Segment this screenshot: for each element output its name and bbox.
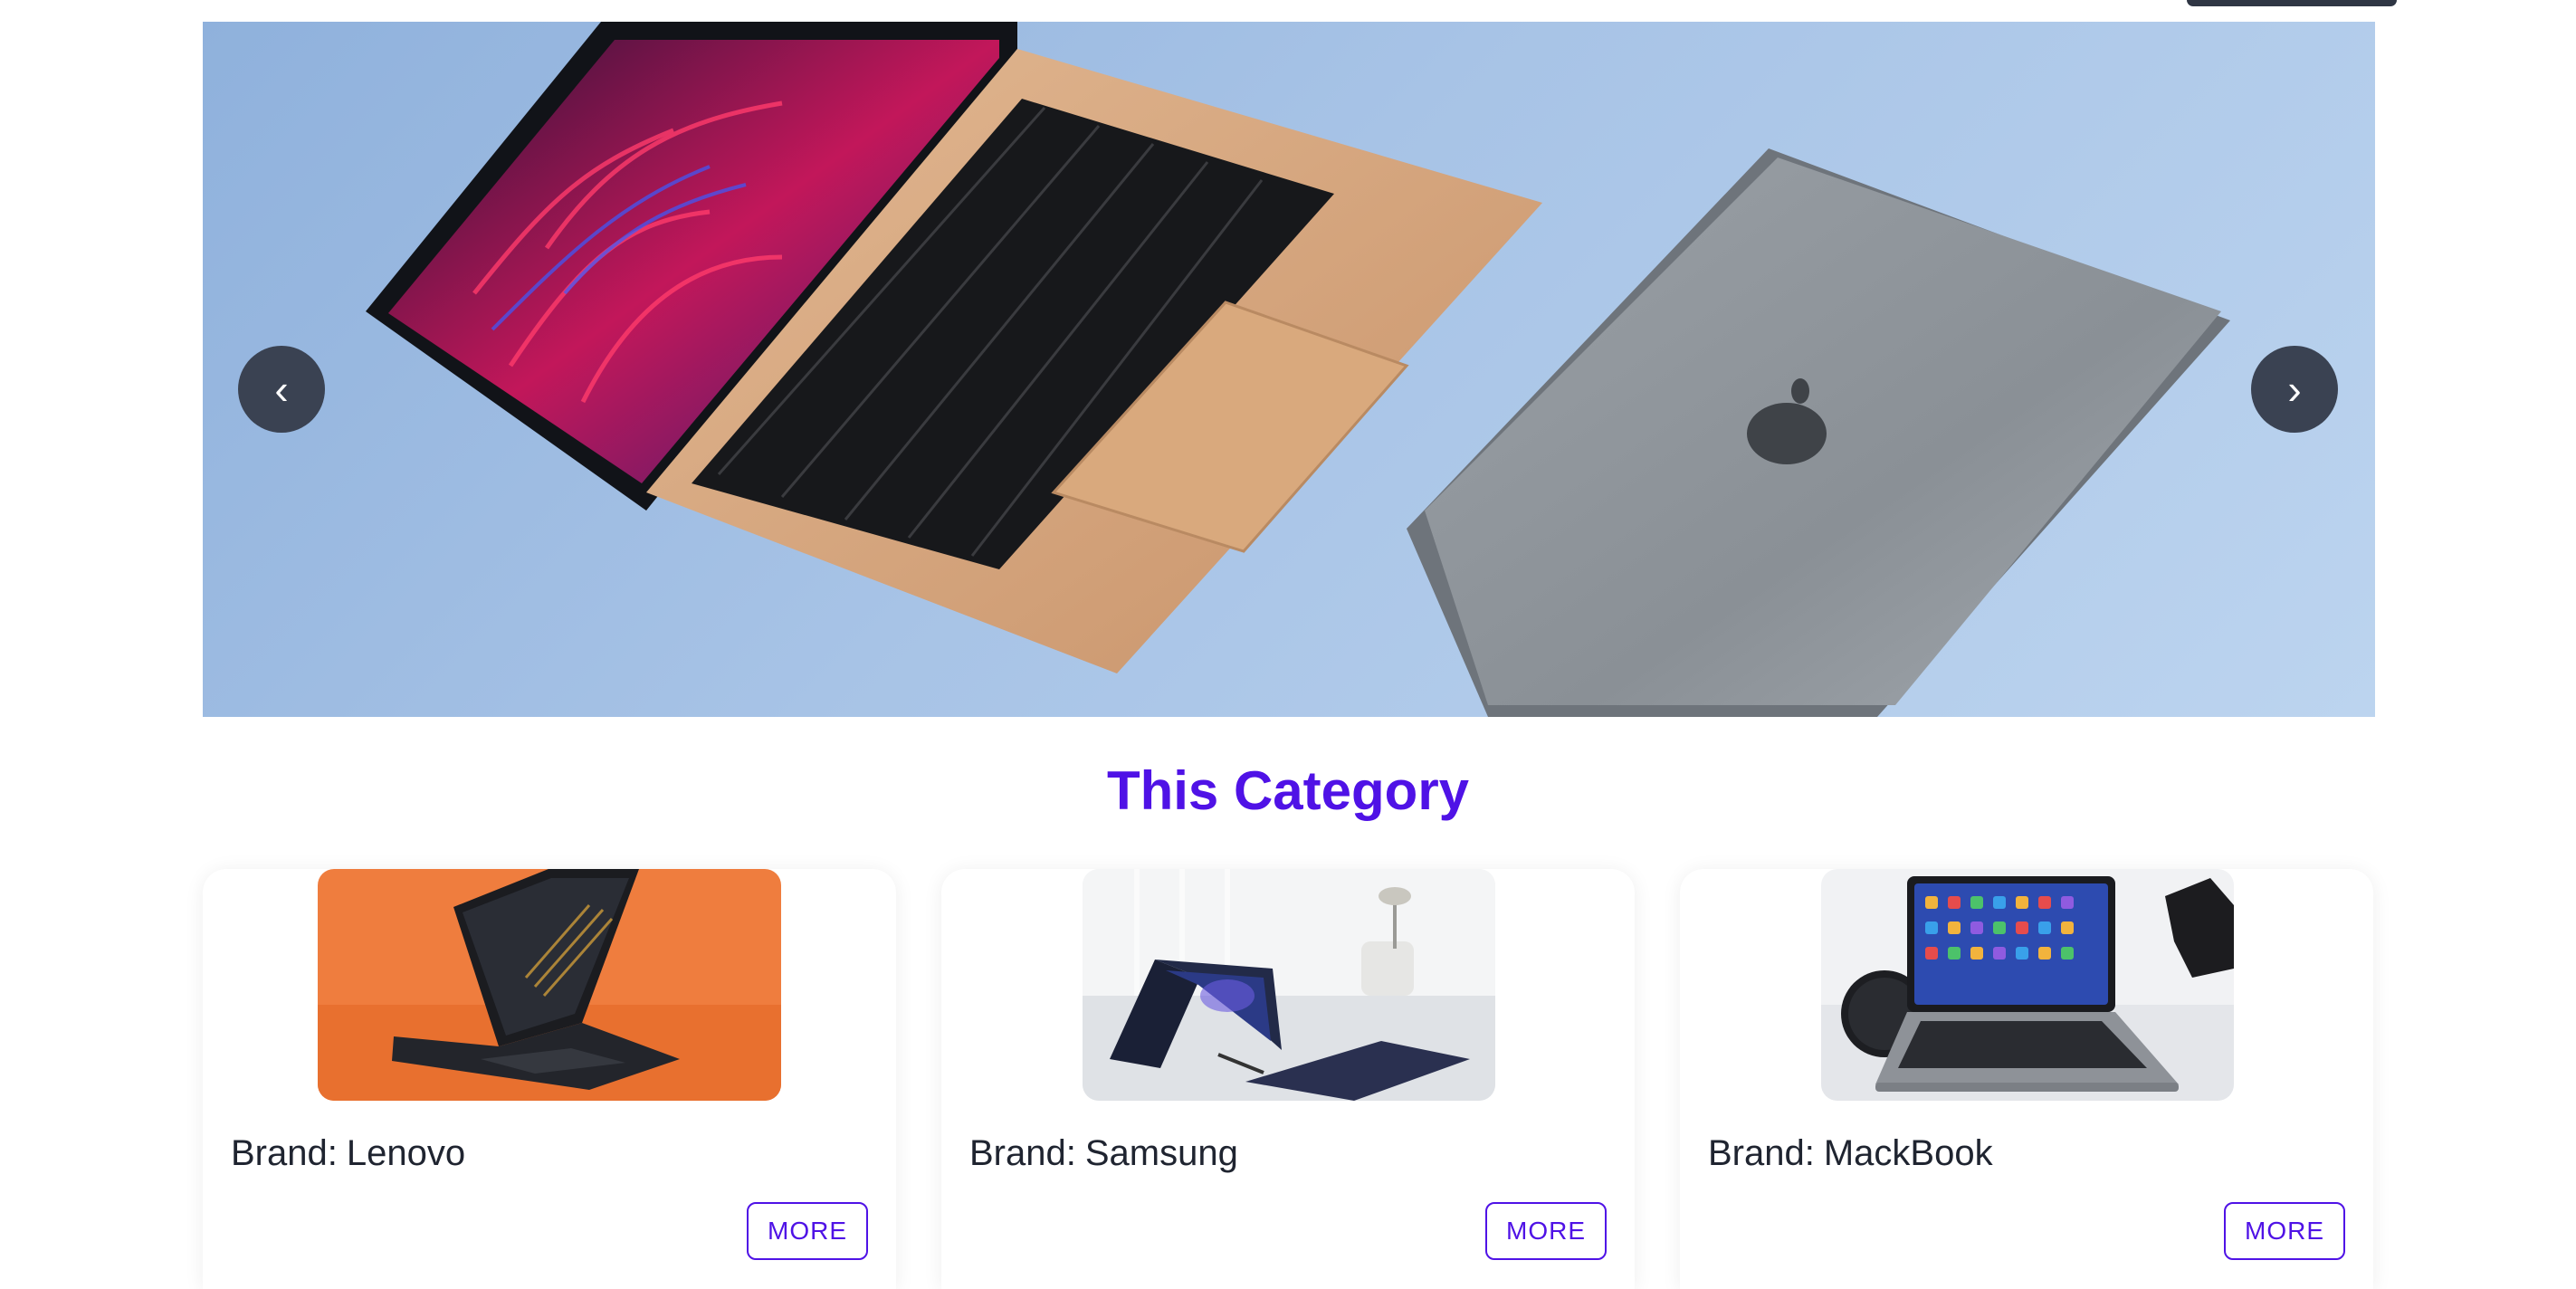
card-brand-samsung: Brand: Samsung bbox=[969, 1131, 1238, 1175]
more-button-lenovo[interactable]: MORE bbox=[747, 1202, 868, 1260]
product-card-lenovo: Brand: Lenovo MORE bbox=[203, 869, 896, 1289]
brand-name: Lenovo bbox=[346, 1133, 466, 1173]
chevron-right-icon: › bbox=[2287, 366, 2302, 413]
card-image-macbook bbox=[1821, 869, 2234, 1101]
brand-label: Brand: bbox=[231, 1133, 338, 1173]
brand-name: MackBook bbox=[1823, 1133, 1993, 1173]
card-image-samsung bbox=[1083, 869, 1495, 1101]
product-card-mackbook: Brand: MackBook MORE bbox=[1680, 869, 2373, 1289]
carousel-prev-button[interactable]: ‹ bbox=[238, 346, 325, 433]
brand-label: Brand: bbox=[969, 1133, 1076, 1173]
brand-label: Brand: bbox=[1708, 1133, 1815, 1173]
carousel-slide-image bbox=[366, 22, 2230, 717]
more-button-mackbook[interactable]: MORE bbox=[2224, 1202, 2345, 1260]
card-brand-lenovo: Brand: Lenovo bbox=[231, 1131, 465, 1175]
hero-carousel: ‹ › bbox=[203, 22, 2375, 717]
card-brand-mackbook: Brand: MackBook bbox=[1708, 1131, 1993, 1175]
header-button-stub[interactable] bbox=[2187, 0, 2397, 6]
brand-name: Samsung bbox=[1084, 1133, 1238, 1173]
carousel-next-button[interactable]: › bbox=[2251, 346, 2338, 433]
chevron-left-icon: ‹ bbox=[274, 366, 289, 413]
more-button-samsung[interactable]: MORE bbox=[1485, 1202, 1607, 1260]
section-title: This Category bbox=[1106, 760, 1470, 821]
product-card-samsung: Brand: Samsung MORE bbox=[941, 869, 1635, 1289]
card-image-lenovo bbox=[318, 869, 781, 1101]
